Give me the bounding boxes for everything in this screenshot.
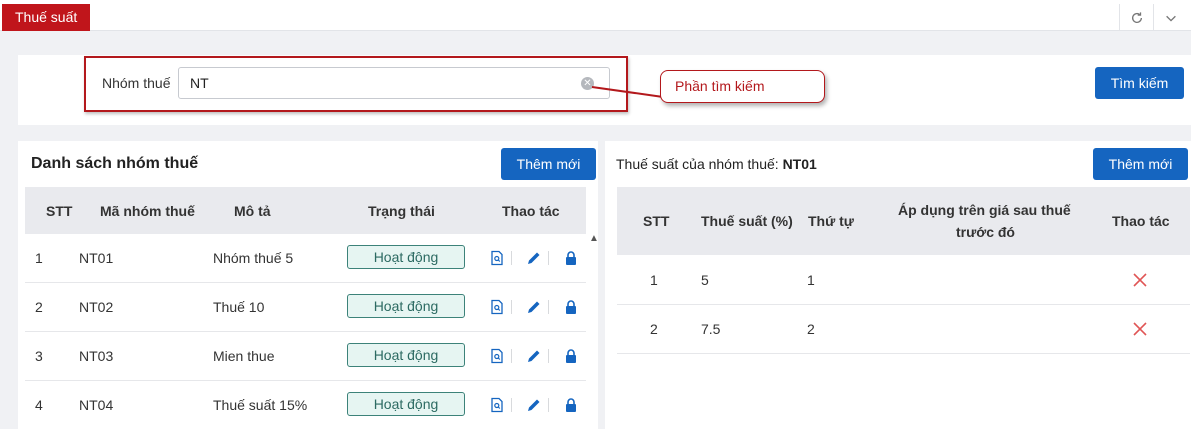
col-stt: STT — [643, 213, 670, 229]
refresh-button[interactable] — [1119, 4, 1153, 31]
delete-icon[interactable] — [1132, 321, 1148, 337]
tax-rate-title: Thuế suất của nhóm thuế: NT01 — [616, 156, 817, 172]
table-row[interactable]: 2 7.5 2 — [617, 305, 1190, 354]
row-code: NT02 — [79, 299, 114, 315]
row-stt: 1 — [650, 272, 658, 288]
lock-icon[interactable] — [563, 250, 579, 266]
row-desc: Thuế suất 15% — [213, 397, 308, 413]
row-code: NT03 — [79, 348, 114, 364]
edit-icon[interactable] — [526, 299, 542, 315]
action-separator — [548, 398, 549, 412]
row-order: 2 — [807, 321, 815, 337]
col-rate: Thuế suất (%) — [701, 213, 793, 229]
tax-group-table-header: STT Mã nhóm thuế Mô tả Trạng thái Thao t… — [25, 187, 586, 234]
row-stt: 1 — [35, 250, 43, 266]
status-badge: Hoạt động — [347, 392, 465, 416]
edit-icon[interactable] — [526, 250, 542, 266]
table-row[interactable]: 2 NT02 Thuế 10 Hoạt động — [25, 283, 586, 332]
col-actions: Thao tác — [502, 203, 560, 219]
row-rate: 7.5 — [701, 321, 721, 337]
row-stt: 4 — [35, 397, 43, 413]
row-stt: 2 — [35, 299, 43, 315]
row-order: 1 — [807, 272, 815, 288]
col-status: Trạng thái — [368, 203, 435, 219]
view-icon[interactable] — [489, 397, 505, 413]
row-code: NT04 — [79, 397, 114, 413]
tab-thue-suat[interactable]: Thuế suất — [2, 4, 91, 31]
status-badge: Hoạt động — [347, 343, 465, 367]
status-badge: Hoạt động — [347, 294, 465, 318]
action-separator — [511, 251, 512, 265]
action-separator — [548, 300, 549, 314]
table-row[interactable]: 1 5 1 — [617, 256, 1190, 305]
view-icon[interactable] — [489, 299, 505, 315]
view-icon[interactable] — [489, 348, 505, 364]
view-icon[interactable] — [489, 250, 505, 266]
tax-group-list-title: Danh sách nhóm thuế — [31, 155, 199, 172]
row-code: NT01 — [79, 250, 114, 266]
add-tax-rate-button[interactable]: Thêm mới — [1093, 148, 1188, 180]
action-separator — [511, 398, 512, 412]
lock-icon[interactable] — [563, 348, 579, 364]
table-row[interactable]: 3 NT03 Mien thue Hoạt động — [25, 332, 586, 381]
edit-icon[interactable] — [526, 348, 542, 364]
row-desc: Mien thue — [213, 348, 275, 364]
lock-icon[interactable] — [563, 397, 579, 413]
table-row[interactable]: 1 NT01 Nhóm thuế 5 Hoạt động — [25, 234, 586, 283]
search-annotation-callout: Phần tìm kiếm — [660, 70, 825, 103]
col-code: Mã nhóm thuế — [100, 203, 195, 219]
chevron-down-icon — [1165, 15, 1176, 22]
row-stt: 2 — [650, 321, 658, 337]
row-desc: Thuế 10 — [213, 299, 265, 315]
tax-rate-table-header: STT Thuế suất (%) Thứ tự Áp dụng trên gi… — [617, 187, 1190, 255]
action-separator — [511, 349, 512, 363]
action-separator — [548, 251, 549, 265]
col-actions: Thao tác — [1112, 213, 1170, 229]
col-order: Thứ tự — [808, 213, 854, 229]
col-apply-line1: Áp dụng trên giá sau thuế — [898, 202, 1071, 218]
tax-rate-title-prefix: Thuế suất của nhóm thuế: — [616, 156, 783, 172]
col-apply-line2: trước đó — [956, 224, 1015, 240]
edit-icon[interactable] — [526, 397, 542, 413]
status-badge: Hoạt động — [347, 245, 465, 269]
add-tax-group-button[interactable]: Thêm mới — [501, 148, 596, 180]
collapse-button[interactable] — [1153, 4, 1187, 31]
col-stt: STT — [46, 203, 73, 219]
search-label: Nhóm thuế — [102, 75, 171, 91]
action-separator — [511, 300, 512, 314]
row-rate: 5 — [701, 272, 709, 288]
row-stt: 3 — [35, 348, 43, 364]
row-desc: Nhóm thuế 5 — [213, 250, 294, 266]
selected-group-code: NT01 — [782, 156, 817, 172]
action-separator — [548, 349, 549, 363]
scroll-up-arrow[interactable]: ▲ — [588, 233, 600, 247]
refresh-icon — [1131, 11, 1142, 23]
search-button[interactable]: Tìm kiếm — [1095, 67, 1184, 99]
search-input[interactable] — [178, 67, 610, 99]
table-row[interactable]: 4 NT04 Thuế suất 15% Hoạt động — [25, 381, 586, 429]
top-bar: Thuế suất — [0, 0, 1191, 31]
lock-icon[interactable] — [563, 299, 579, 315]
col-desc: Mô tả — [234, 203, 271, 219]
delete-icon[interactable] — [1132, 272, 1148, 288]
